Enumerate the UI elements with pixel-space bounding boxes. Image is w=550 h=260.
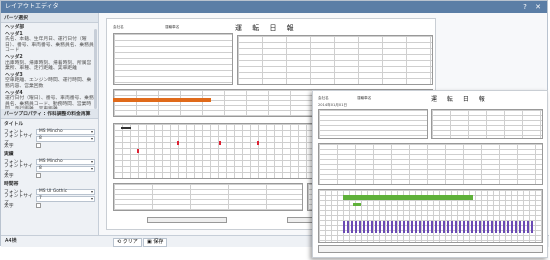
bold-checkbox[interactable] bbox=[36, 173, 41, 178]
prop-group-title: 実績 bbox=[4, 152, 14, 157]
prop-row: 太字 bbox=[1, 202, 98, 209]
chevron-down-icon: ▾ bbox=[90, 195, 93, 201]
help-icon[interactable]: ? bbox=[519, 1, 531, 13]
save-button[interactable]: ▣ 保存 bbox=[143, 238, 168, 247]
footer-table-left bbox=[113, 183, 303, 211]
timeline-mark bbox=[121, 127, 131, 129]
header-info-table bbox=[113, 33, 233, 85]
event-mark bbox=[177, 141, 179, 145]
event-mark bbox=[257, 141, 259, 145]
chevron-down-icon: ▾ bbox=[90, 158, 93, 164]
vehicle-label: 運輸車名 bbox=[357, 96, 372, 100]
prop-group-title: 時間帯 bbox=[4, 182, 19, 187]
parts-group[interactable]: ヘッダ3 空車距離、エンジン時間、運行時間、乗務内容、営業回数 bbox=[5, 73, 94, 90]
font-select[interactable]: MS Mincho ▾ bbox=[36, 128, 95, 135]
font-size-select[interactable]: 8 ▾ bbox=[36, 135, 95, 142]
summary-table bbox=[431, 109, 543, 139]
printed-report-sheet: 会社名 運輸車名 運 転 日 報 2014年01月01日 bbox=[312, 90, 548, 258]
prop-row: フォントサイズ 8 ▾ bbox=[4, 163, 95, 176]
parts-group[interactable]: ヘッダ1 氏名、本籍、生年月日、運行日付（曜日）、番号、車両番号、乗務員名、乗務員… bbox=[5, 32, 94, 54]
parts-group[interactable]: ヘッダ2 出庫時刻、帰庫時刻、帰着時刻、所属営業所、車種、走行距離、実車距離 bbox=[5, 55, 94, 72]
company-label: 会社名 bbox=[113, 25, 124, 29]
paper-size-label: A4横 bbox=[5, 238, 17, 244]
window-title: レイアウトエディタ bbox=[5, 3, 59, 10]
prop-group-title: タイトル bbox=[4, 122, 24, 127]
title-bar: レイアウトエディタ ? ✕ bbox=[1, 1, 547, 13]
prop-row: フォントサイズ 7 ▾ bbox=[4, 193, 95, 206]
prop-row: フォントサイズ 8 ▾ bbox=[4, 133, 95, 146]
font-size-select[interactable]: 8 ▾ bbox=[36, 165, 95, 172]
parts-section-title: パーツ選択 bbox=[1, 13, 98, 23]
header-section-title: ヘッダ部 bbox=[5, 25, 25, 30]
event-mark bbox=[219, 141, 221, 145]
parts-list[interactable]: ヘッダ部 ヘッダ1 氏名、本籍、生年月日、運行日付（曜日）、番号、車両番号、乗務員… bbox=[1, 23, 98, 109]
company-label: 会社名 bbox=[318, 96, 329, 100]
prop-row: 太字 bbox=[1, 172, 98, 179]
event-mark bbox=[137, 149, 139, 153]
date-label: 2014年01月01日 bbox=[318, 103, 348, 107]
trip-table bbox=[318, 143, 543, 185]
font-size-select[interactable]: 7 ▾ bbox=[36, 195, 95, 202]
font-select[interactable]: MS UI Gothic ▾ bbox=[36, 188, 95, 195]
chevron-down-icon: ▾ bbox=[90, 128, 93, 134]
bold-checkbox[interactable] bbox=[36, 203, 41, 208]
vehicle-label: 運輸車名 bbox=[165, 25, 180, 29]
sign-box bbox=[147, 217, 227, 223]
header-info-table bbox=[318, 109, 428, 139]
sheet-footer bbox=[318, 245, 543, 253]
font-select[interactable]: MS Mincho ▾ bbox=[36, 158, 95, 165]
report-title: 運 転 日 報 bbox=[235, 24, 298, 32]
chevron-down-icon: ▾ bbox=[90, 165, 93, 171]
close-icon[interactable]: ✕ bbox=[532, 1, 544, 13]
parts-scrollbar[interactable] bbox=[94, 29, 97, 109]
summary-table bbox=[237, 35, 433, 85]
prop-row: 太字 bbox=[1, 142, 98, 149]
clear-button[interactable]: ⟲ クリア bbox=[113, 238, 142, 247]
left-panel: パーツ選択 ヘッダ部 ヘッダ1 氏名、本籍、生年月日、運行日付（曜日）、番号、車両… bbox=[1, 13, 99, 247]
parts-group[interactable]: ヘッダ4 運行日付（曜日）、番号、車両番号、乗務員名、乗務員コード、勤務時間、営業… bbox=[5, 91, 94, 109]
operation-bar bbox=[343, 195, 473, 200]
chevron-down-icon: ▾ bbox=[90, 135, 93, 141]
operation-bar bbox=[353, 203, 361, 206]
speed-graph bbox=[343, 221, 533, 233]
bold-checkbox[interactable] bbox=[36, 143, 41, 148]
props-section-title: パーツプロパティ : 作科調整の料金再算 bbox=[1, 109, 98, 119]
chevron-down-icon: ▾ bbox=[90, 188, 93, 194]
selected-row-highlight[interactable] bbox=[113, 98, 211, 102]
report-title: 運 転 日 報 bbox=[431, 96, 489, 103]
